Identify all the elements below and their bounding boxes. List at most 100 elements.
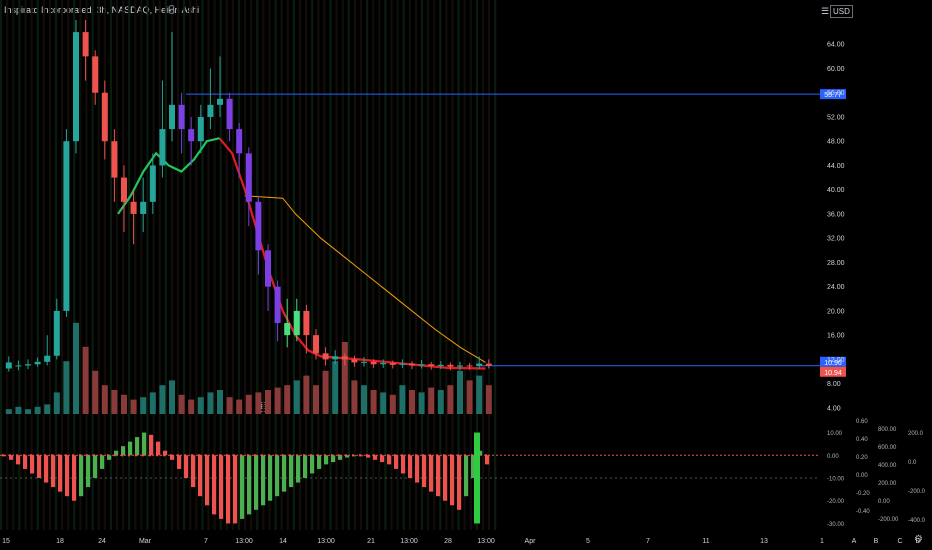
volume-bar [5,409,12,414]
oscillator-bar [121,446,126,456]
time-tick-label: 15 [2,538,10,545]
ratio-tick-label: 0.20 [856,455,868,461]
zero-dot [92,454,96,457]
oscillator-bar [282,455,287,492]
oscillator-tick-label: 0.00 [827,454,839,460]
time-tick-label: 24 [98,538,106,545]
candle-body [15,365,22,367]
oscillator-bar [135,437,140,456]
session-band [79,0,82,530]
session-band [439,0,442,530]
volume-bar [351,380,358,414]
oscillator-bar [93,455,98,478]
candle-body [217,98,223,105]
volume-tick-label: 400.00 [878,463,897,469]
zero-dot [442,454,446,457]
zero-dot [407,454,411,457]
session-band [225,0,228,530]
volume-bar [274,387,281,414]
oscillator-bar [149,434,154,456]
oscillator-bar [212,455,217,515]
zero-dot [50,454,54,457]
candle-body [418,364,425,366]
oscillator-bar [79,455,84,497]
session-band [311,0,314,530]
volume-bar [226,397,233,414]
volume-bar [341,342,348,414]
zero-dot [148,454,152,457]
volume-spike-bar [474,432,480,524]
session-band [378,0,381,530]
session-band [61,0,64,530]
zero-dot [232,454,236,457]
zero-dot [211,454,215,457]
oscillator-tick-label: 10.00 [827,431,843,437]
oscillator-bar [128,441,133,456]
zero-dot [393,454,397,457]
candle-body [322,353,329,360]
oscillator-bar [16,455,21,465]
volume-bar [188,399,195,414]
candle-body [274,286,281,324]
volume-bar [82,346,89,414]
session-band [18,0,21,530]
oscillator-bar [289,455,294,488]
session-band [280,0,283,530]
price-tick-label: 44.00 [827,163,845,170]
candle-body [82,32,89,57]
zero-dot [288,454,292,457]
session-band [384,0,387,530]
zero-dot [106,454,110,457]
price-tick-label: 48.00 [827,139,845,146]
volume-bar [322,370,329,414]
oscillator-bar [443,455,448,501]
zero-dot [155,454,159,457]
session-band [451,0,454,530]
zero-dot [449,454,453,457]
oscillator-tick-label: -20.00 [827,499,845,505]
zero-dot [190,454,194,457]
oscillator-bar [485,455,490,465]
zero-dot [302,454,306,457]
zero-dot [36,454,40,457]
zero-dot [267,454,271,457]
candle-body [370,361,377,365]
volume-bar [217,390,223,414]
oscillator-bar [387,455,392,465]
session-band [42,0,45,530]
zero-dot [218,454,222,457]
zero-dot [15,454,19,457]
zero-dot [134,454,138,457]
zero-dot [57,454,61,457]
session-band [231,0,234,530]
oscillator-bar [310,455,315,474]
price-tick-label: 64.00 [827,42,845,49]
zero-dot [64,454,68,457]
zero-dot [260,454,264,457]
time-tick-label: 7 [204,538,208,545]
session-band [396,0,399,530]
zero-dot [246,454,250,457]
candle-body [466,365,473,367]
oscillator-bar [205,455,210,506]
time-tick-label: 13:00 [400,538,418,545]
candle-body [44,355,51,362]
candle-body [351,359,358,363]
oscillator-bar [422,455,427,488]
oscillator-bar [156,441,161,456]
candle-body [485,363,492,366]
time-tick-label: 21 [367,538,375,545]
oscillator-bar [86,455,91,488]
session-band [414,0,417,530]
volume-bar [418,392,425,414]
candle-body [245,153,252,202]
time-tick-label: 13 [760,538,768,545]
volume-tick-label: -200.00 [878,517,899,523]
zero-dot [435,454,439,457]
session-band [262,0,265,530]
zero-dot [309,454,313,457]
session-band [347,0,350,530]
zero-dot [344,454,348,457]
oscillator-bar [23,455,28,469]
price-chart[interactable]: 55.7710.9610.94 64.0060.0056.0052.0048.0… [0,0,932,550]
